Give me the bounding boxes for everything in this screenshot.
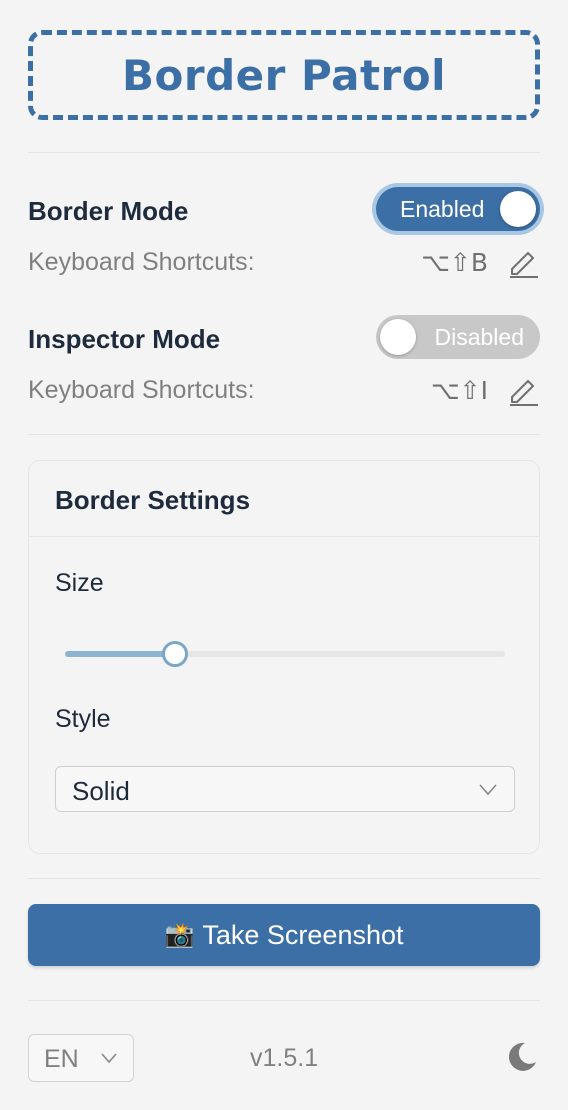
border-settings-card: Border Settings Size Style Solid <box>28 460 540 854</box>
border-mode-shortcut-row: Keyboard Shortcuts: ⌥⇧B <box>28 244 540 278</box>
inspector-mode-toggle[interactable]: Disabled <box>376 315 540 359</box>
inspector-mode-label: Inspector Mode <box>28 324 221 354</box>
moon-icon[interactable] <box>505 1040 539 1074</box>
border-mode-label: Border Mode <box>28 196 189 226</box>
style-select-value: Solid <box>72 776 130 806</box>
border-settings-title: Border Settings <box>55 485 251 515</box>
chevron-down-icon <box>101 1053 117 1064</box>
slider-thumb[interactable] <box>162 641 188 667</box>
border-mode-toggle-label: Enabled <box>400 195 485 222</box>
style-select[interactable]: Solid <box>55 766 515 812</box>
divider <box>28 152 540 153</box>
camera-flash-icon: 📸 <box>164 921 195 949</box>
size-label: Size <box>55 569 104 597</box>
app-logo: Border Patrol <box>28 30 540 120</box>
take-screenshot-button[interactable]: 📸 Take Screenshot <box>28 904 540 966</box>
style-label: Style <box>55 705 111 733</box>
toggle-knob <box>380 319 416 355</box>
pencil-icon[interactable] <box>506 372 540 406</box>
app-title: Border Patrol <box>121 50 446 100</box>
border-mode-shortcut-label: Keyboard Shortcuts: <box>28 248 255 276</box>
take-screenshot-label: Take Screenshot <box>202 919 404 950</box>
chevron-down-icon <box>479 784 497 796</box>
inspector-mode-row: Inspector Mode Disabled <box>28 312 540 362</box>
divider <box>28 1000 540 1001</box>
language-select[interactable]: EN <box>28 1034 134 1082</box>
inspector-mode-shortcut-keys: ⌥⇧I <box>430 376 488 405</box>
inspector-mode-shortcut-label: Keyboard Shortcuts: <box>28 376 255 404</box>
inspector-mode-toggle-label: Disabled <box>434 323 525 350</box>
size-slider[interactable] <box>65 641 505 667</box>
language-value: EN <box>44 1045 79 1073</box>
inspector-mode-shortcut-row: Keyboard Shortcuts: ⌥⇧I <box>28 372 540 406</box>
border-mode-shortcut-keys: ⌥⇧B <box>421 248 488 277</box>
toggle-knob <box>500 191 536 227</box>
border-mode-row: Border Mode Enabled <box>28 184 540 234</box>
pencil-icon[interactable] <box>506 244 540 278</box>
version-text: v1.5.1 <box>250 1044 319 1072</box>
divider <box>28 434 540 435</box>
border-mode-toggle[interactable]: Enabled <box>376 187 540 231</box>
slider-fill <box>65 651 175 657</box>
divider <box>28 878 540 879</box>
card-header: Border Settings <box>29 461 539 537</box>
